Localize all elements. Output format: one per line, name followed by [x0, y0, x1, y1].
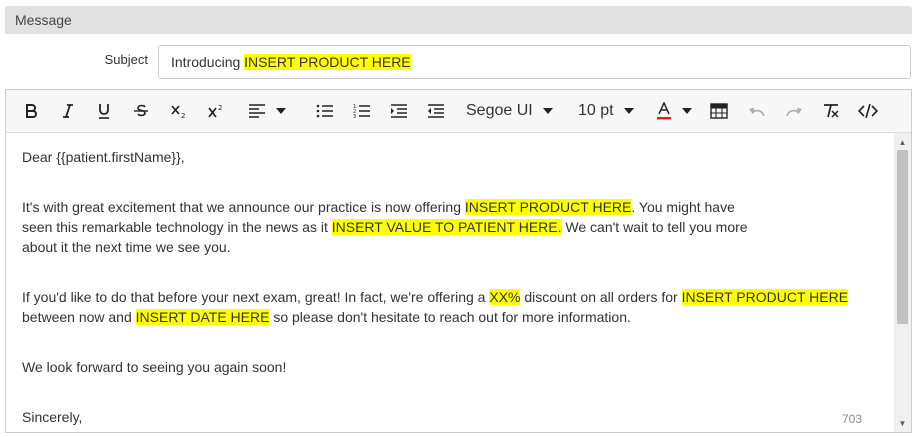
align-left-icon: [249, 104, 265, 118]
unordered-list-icon[interactable]: [314, 98, 336, 124]
undo-icon[interactable]: [746, 98, 768, 124]
bold-icon[interactable]: [20, 98, 42, 124]
section-header-message: Message: [5, 6, 912, 34]
placeholder-value: INSERT VALUE TO PATIENT HERE.: [331, 219, 562, 235]
source-code-icon[interactable]: [857, 98, 879, 124]
paragraph-1-line-3: about it the next time we see you.: [22, 239, 231, 255]
character-counter: 703: [841, 412, 862, 426]
closing-line: Sincerely,: [22, 409, 83, 425]
placeholder-date: INSERT DATE HERE: [135, 309, 270, 325]
ordered-list-icon[interactable]: 123: [351, 98, 373, 124]
subject-placeholder-highlight: INSERT PRODUCT HERE: [244, 54, 411, 70]
scroll-down-arrow-icon[interactable]: ▼: [894, 416, 911, 430]
section-title: Message: [15, 12, 72, 28]
subject-label: Subject: [104, 52, 148, 67]
redo-icon[interactable]: [783, 98, 805, 124]
paragraph-2-line-1: If you'd like to do that before your nex…: [22, 289, 849, 305]
align-dropdown[interactable]: [248, 98, 298, 124]
svg-text:2: 2: [218, 104, 222, 112]
font-color-icon: [657, 102, 671, 120]
svg-text:3: 3: [353, 114, 356, 119]
superscript-icon[interactable]: 2: [205, 98, 227, 124]
font-color-dropdown[interactable]: [656, 98, 702, 124]
placeholder-product: INSERT PRODUCT HERE: [464, 199, 632, 215]
editor-content[interactable]: Dear {{patient.firstName}}, It's with gr…: [6, 133, 894, 432]
paragraph-3: We look forward to seeing you again soon…: [22, 359, 287, 375]
subject-input[interactable]: Introducing INSERT PRODUCT HERE: [158, 45, 911, 79]
placeholder-discount: XX%: [489, 289, 521, 305]
rich-text-editor: 2 2 123 Segoe UI 10 pt Dear {{patient.fi…: [5, 89, 912, 433]
underline-icon[interactable]: [93, 98, 115, 124]
outdent-icon[interactable]: [425, 98, 447, 124]
indent-icon[interactable]: [388, 98, 410, 124]
italic-icon[interactable]: [57, 98, 79, 124]
subscript-icon[interactable]: 2: [168, 98, 190, 124]
strikethrough-icon[interactable]: [130, 98, 152, 124]
subject-prefix: Introducing: [171, 54, 245, 70]
clear-format-icon[interactable]: [820, 98, 842, 124]
svg-text:2: 2: [181, 112, 185, 119]
editor-toolbar: 2 2 123 Segoe UI 10 pt: [6, 90, 911, 133]
chevron-down-icon: [542, 108, 553, 114]
chevron-down-icon: [682, 108, 692, 114]
font-size-dropdown[interactable]: 10 pt: [578, 98, 643, 124]
greeting-line: Dear {{patient.firstName}},: [22, 149, 185, 165]
paragraph-1-line-2: seen this remarkable technology in the n…: [22, 219, 748, 235]
chevron-down-icon: [276, 108, 286, 114]
font-family-dropdown[interactable]: Segoe UI: [466, 98, 561, 124]
scroll-up-arrow-icon[interactable]: ▲: [894, 135, 911, 149]
paragraph-2-line-2: between now and INSERT DATE HERE so plea…: [22, 309, 631, 325]
chevron-down-icon: [623, 108, 634, 114]
placeholder-product: INSERT PRODUCT HERE: [681, 289, 849, 305]
paragraph-1-line-1: It's with great excitement that we annou…: [22, 199, 735, 215]
font-size-value: 10 pt: [578, 102, 614, 119]
scrollbar-thumb[interactable]: [897, 150, 908, 324]
table-icon[interactable]: [708, 98, 730, 124]
editor-scrollbar[interactable]: ▲ ▼: [894, 133, 911, 432]
font-family-value: Segoe UI: [466, 102, 533, 119]
